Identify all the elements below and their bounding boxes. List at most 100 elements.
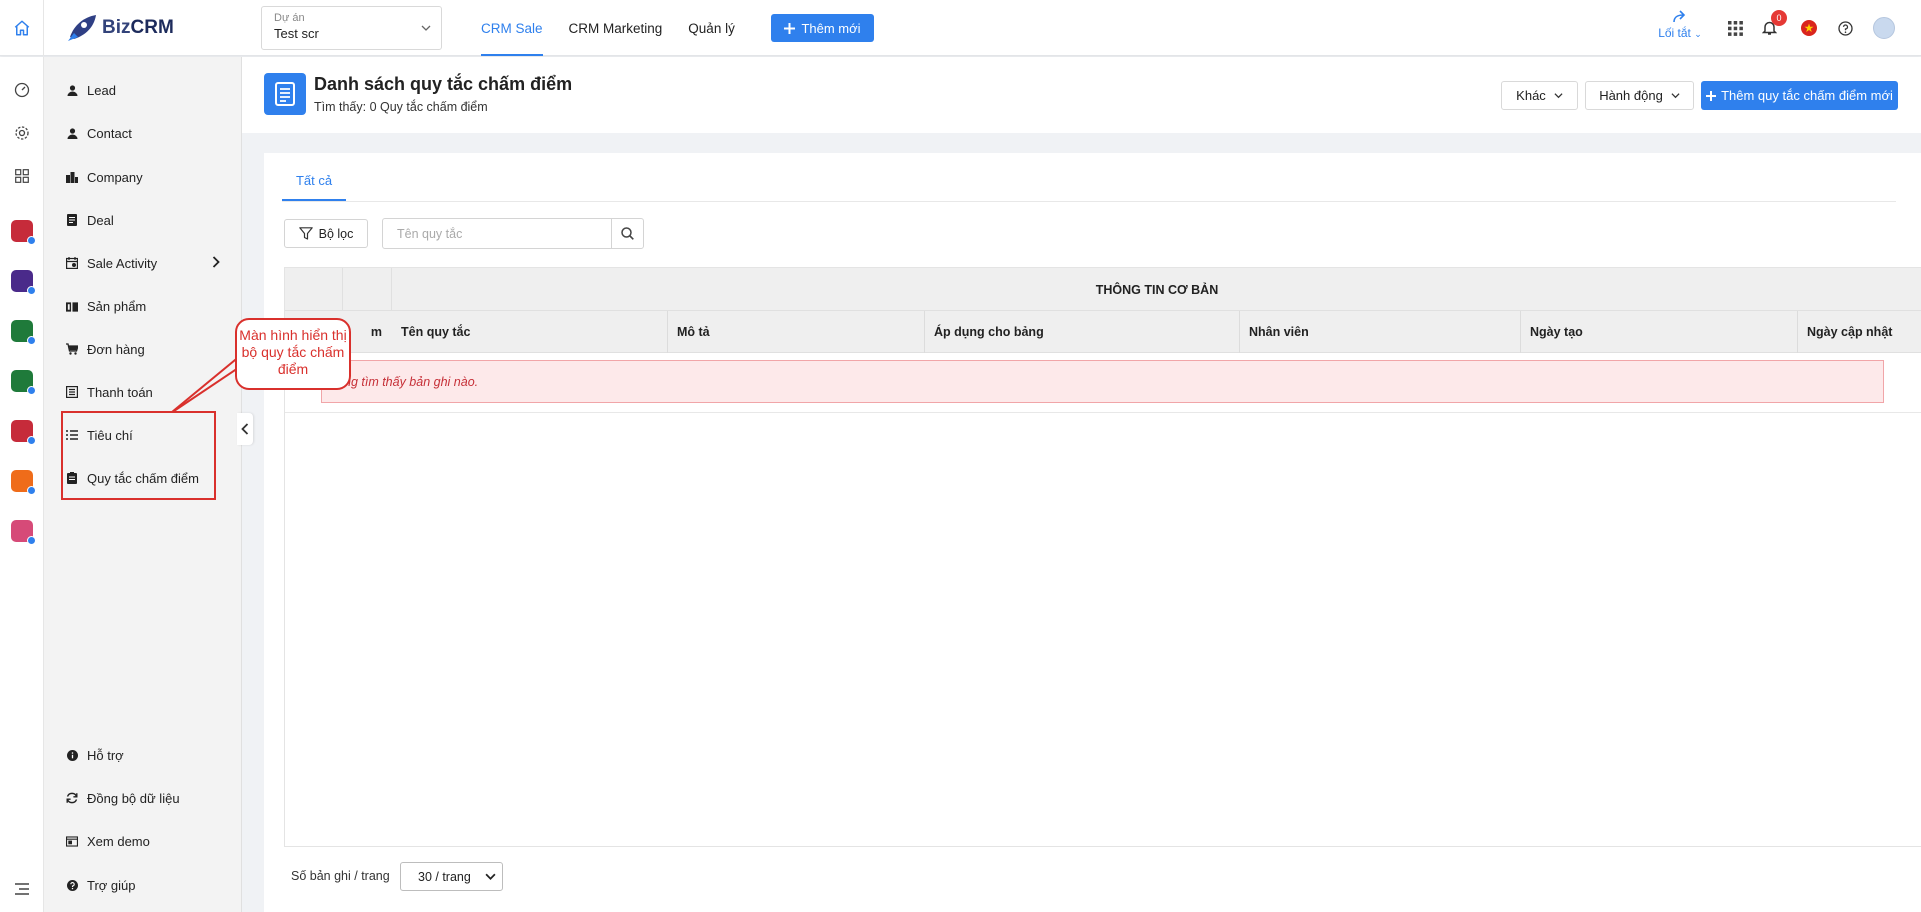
- page-size-value: 30 / trang: [418, 869, 471, 884]
- app-tasks-2-icon[interactable]: [11, 370, 36, 395]
- column-header-apply-table[interactable]: Áp dụng cho bảng: [925, 311, 1240, 353]
- question-circle-icon: [1837, 20, 1853, 36]
- add-new-button[interactable]: Thêm mới: [771, 14, 874, 42]
- home-button[interactable]: [0, 0, 44, 56]
- content-card: Tất cả Bộ lọc THÔNG TIN CƠ BẢN m Tên quy…: [264, 153, 1921, 912]
- sidebar-item-label: Đơn hàng: [87, 341, 145, 357]
- app-mail-2-icon[interactable]: [11, 420, 36, 445]
- column-header-rule-name[interactable]: Tên quy tắc: [392, 311, 668, 353]
- sidebar-item-company[interactable]: Company: [44, 157, 242, 197]
- rail-settings[interactable]: [12, 123, 32, 143]
- chevron-down-icon: [1554, 93, 1563, 99]
- chevron-down-icon: [1671, 93, 1680, 99]
- column-header-description[interactable]: Mô tả: [668, 311, 925, 353]
- top-bar: BizCRM Dự án Test scr CRM Sale CRM Marke…: [0, 0, 1921, 56]
- funnel-icon: [298, 227, 313, 240]
- sidebar-item-dong-bo[interactable]: Đồng bộ dữ liệu: [44, 778, 242, 818]
- sidebar-item-xem-demo[interactable]: Xem demo: [44, 821, 242, 861]
- app-heart-icon[interactable]: [11, 520, 36, 545]
- app-bag-icon[interactable]: [11, 470, 36, 495]
- app-badge: [27, 236, 36, 245]
- app-badge: [27, 336, 36, 345]
- app-mail-icon[interactable]: [11, 220, 36, 245]
- project-select[interactable]: Dự án Test scr: [261, 6, 442, 50]
- sidebar-item-label: Contact: [87, 125, 132, 141]
- empty-message: ng tìm thấy bản ghi nào.: [321, 360, 1884, 403]
- action-label: Hành động: [1599, 88, 1663, 103]
- language-button[interactable]: [1797, 16, 1821, 40]
- rules-table: THÔNG TIN CƠ BẢN m Tên quy tắc Mô tả Áp …: [284, 267, 1921, 847]
- rocket-logo-icon: [68, 15, 96, 41]
- annotation-callout: Màn hình hiển thị bộ quy tắc chấm điểm: [235, 318, 351, 390]
- page-size-label: Số bản ghi / trang: [291, 869, 390, 883]
- rail-menu-toggle[interactable]: [12, 879, 32, 899]
- sidebar-item-san-pham[interactable]: Sản phẩm: [44, 286, 242, 326]
- speedometer-icon: [14, 82, 30, 98]
- highlight-box: [61, 411, 216, 500]
- document-list-icon: [264, 73, 306, 115]
- plus-icon: [784, 22, 796, 34]
- sidebar-item-ho-tro[interactable]: Hỗ trợ: [44, 735, 242, 775]
- chevron-down-icon: ⌄: [1694, 29, 1702, 39]
- rail-dashboard[interactable]: [12, 80, 32, 100]
- column-header-created-date[interactable]: Ngày tạo: [1521, 311, 1798, 353]
- cart-icon: [66, 343, 78, 355]
- other-button[interactable]: Khác: [1501, 81, 1578, 110]
- shortcut-label: Lối tắt: [1658, 26, 1691, 40]
- table-empty-row: ng tìm thấy bản ghi nào.: [285, 353, 1921, 413]
- app-badge: [27, 386, 36, 395]
- search-input[interactable]: [383, 219, 613, 248]
- sidebar-item-deal[interactable]: Deal: [44, 200, 242, 240]
- action-button[interactable]: Hành động: [1585, 81, 1694, 110]
- share-arrow-icon: [1673, 10, 1686, 23]
- sidebar-item-label: Lead: [87, 82, 116, 98]
- sidebar-item-label: Trợ giúp: [87, 877, 136, 893]
- table-group-header: THÔNG TIN CƠ BẢN: [285, 268, 1921, 353]
- sync-icon: [66, 792, 78, 804]
- apps-grid-button[interactable]: [1723, 16, 1747, 40]
- filter-button[interactable]: Bộ lọc: [284, 219, 368, 248]
- shortcut-menu[interactable]: Lối tắt ⌄: [1655, 10, 1705, 40]
- sidebar-item-label: Hỗ trợ: [87, 747, 124, 763]
- main-nav: CRM Sale CRM Marketing Quản lý: [468, 0, 748, 56]
- page-size-select[interactable]: 30 / trang: [400, 862, 503, 891]
- chevron-down-icon: [421, 25, 431, 31]
- building-icon: [66, 171, 78, 183]
- chevron-right-icon: [212, 256, 220, 268]
- project-label: Dự án: [274, 12, 305, 24]
- app-eye-icon[interactable]: [11, 270, 36, 295]
- sidebar-item-label: Đồng bộ dữ liệu: [87, 790, 180, 806]
- sidebar-item-tro-giup[interactable]: Trợ giúp: [44, 865, 242, 905]
- tab-divider: [282, 201, 1896, 202]
- sidebar-item-label: Deal: [87, 212, 114, 228]
- table-column-header: m Tên quy tắc Mô tả Áp dụng cho bảng Nhâ…: [285, 311, 1921, 353]
- app-badge: [27, 486, 36, 495]
- main-content: Danh sách quy tắc chấm điểm Tìm thấy: 0 …: [242, 57, 1921, 912]
- video-icon: [66, 835, 78, 847]
- add-rule-button[interactable]: Thêm quy tắc chấm điểm mới: [1701, 81, 1898, 110]
- search-button[interactable]: [611, 219, 643, 248]
- sidebar-item-contact[interactable]: Contact: [44, 113, 242, 153]
- user-avatar[interactable]: [1873, 17, 1895, 39]
- notification-badge: 0: [1771, 10, 1787, 26]
- tab-all[interactable]: Tất cả: [282, 161, 346, 201]
- app-badge: [27, 536, 36, 545]
- home-icon: [14, 20, 29, 36]
- column-header-updated-date[interactable]: Ngày cập nhật: [1798, 311, 1921, 353]
- nav-quan-ly[interactable]: Quản lý: [675, 0, 748, 56]
- app-logo[interactable]: BizCRM: [64, 12, 174, 44]
- app-tasks-icon[interactable]: [11, 320, 36, 345]
- other-label: Khác: [1516, 88, 1546, 103]
- chevron-down-icon: [485, 873, 496, 880]
- sidebar-item-sale-activity[interactable]: Sale Activity: [44, 243, 242, 283]
- user-icon: [66, 84, 78, 96]
- sidebar-item-lead[interactable]: Lead: [44, 70, 242, 110]
- rail-modules[interactable]: [12, 166, 32, 186]
- column-header-staff[interactable]: Nhân viên: [1240, 311, 1521, 353]
- help-button[interactable]: [1833, 16, 1857, 40]
- nav-crm-marketing[interactable]: CRM Marketing: [556, 0, 676, 56]
- book-icon: [66, 300, 78, 312]
- nav-crm-sale[interactable]: CRM Sale: [468, 0, 556, 56]
- sidebar-item-don-hang[interactable]: Đơn hàng: [44, 329, 242, 369]
- sidebar-item-thanh-toan[interactable]: Thanh toán: [44, 372, 242, 412]
